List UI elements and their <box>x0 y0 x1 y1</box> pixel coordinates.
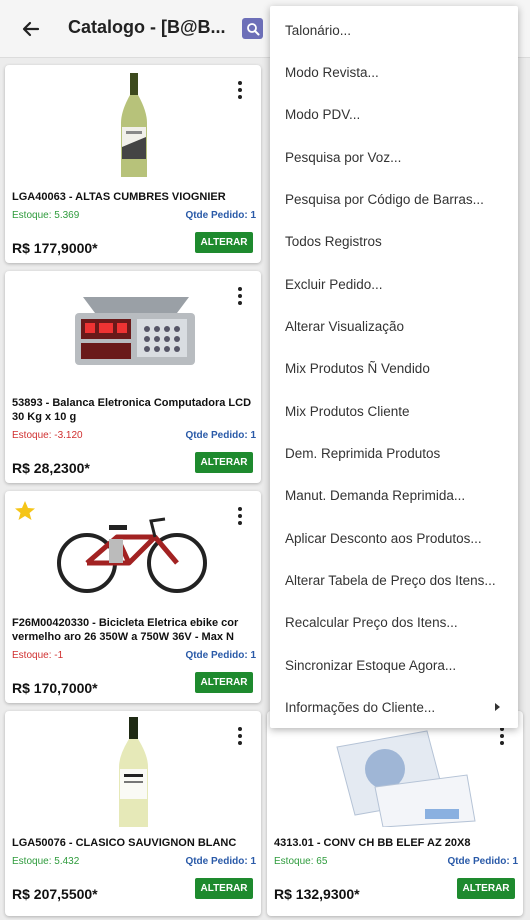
product-card[interactable]: 4313.01 - CONV CH BB ELEF AZ 20X8 Estoqu… <box>267 711 523 916</box>
alter-button[interactable]: ALTERAR <box>457 878 515 899</box>
menu-item-todos-registros[interactable]: Todos Registros <box>285 220 513 262</box>
product-name: F26M00420330 - Bicicleta Eletrica ebike … <box>12 617 239 643</box>
product-order-qty: Qtde Pedido: 1 <box>185 430 256 441</box>
arrow-left-icon[interactable] <box>18 16 44 42</box>
product-stock: Estoque: 5.432 <box>12 856 80 867</box>
more-vert-icon[interactable] <box>231 505 249 527</box>
product-card[interactable]: LGA40063 - ALTAS CUMBRES VIOGNIER Estoqu… <box>5 65 261 263</box>
product-price: R$ 28,2300* <box>12 460 90 476</box>
product-name: 4313.01 - CONV CH BB ELEF AZ 20X8 <box>274 837 471 849</box>
product-stock: Estoque: 65 <box>274 856 328 867</box>
product-stock: Estoque: 5.369 <box>12 210 80 221</box>
more-vert-icon[interactable] <box>231 79 249 101</box>
product-card[interactable]: F26M00420330 - Bicicleta Eletrica ebike … <box>5 491 261 703</box>
product-image <box>5 497 261 607</box>
alter-button[interactable]: ALTERAR <box>195 452 253 473</box>
submenu-arrow-icon <box>495 703 500 711</box>
product-stock: Estoque: -3.120 <box>12 430 83 441</box>
menu-item-alterar-tabela-preco[interactable]: Alterar Tabela de Preço dos Itens... <box>285 559 513 601</box>
menu-item-mix-produtos-nao-vendido[interactable]: Mix Produtos Ñ Vendido <box>285 347 513 389</box>
more-vert-icon[interactable] <box>231 725 249 747</box>
more-vert-icon[interactable] <box>231 285 249 307</box>
product-order-qty: Qtde Pedido: 1 <box>185 856 256 867</box>
product-price: R$ 170,7000* <box>12 680 98 696</box>
menu-item-modo-pdv[interactable]: Modo PDV... <box>285 93 513 135</box>
more-vert-icon[interactable] <box>493 725 511 747</box>
product-price: R$ 207,5500* <box>12 886 98 902</box>
alter-button[interactable]: ALTERAR <box>195 672 253 693</box>
product-price: R$ 177,9000* <box>12 240 98 256</box>
product-card[interactable]: 53893 - Balanca Eletronica Computadora L… <box>5 271 261 483</box>
menu-item-manut-demanda-reprimida[interactable]: Manut. Demanda Reprimida... <box>285 474 513 516</box>
menu-item-recalcular-preco[interactable]: Recalcular Preço dos Itens... <box>285 601 513 643</box>
search-icon[interactable] <box>242 18 263 39</box>
product-name: LGA50076 - CLASICO SAUVIGNON BLANC <box>12 837 237 849</box>
menu-item-alterar-visualizacao[interactable]: Alterar Visualização <box>285 305 513 347</box>
menu-item-talonario[interactable]: Talonário... <box>285 9 513 51</box>
menu-item-modo-revista[interactable]: Modo Revista... <box>285 51 513 93</box>
favorite-star-icon[interactable] <box>13 499 37 523</box>
product-order-qty: Qtde Pedido: 1 <box>185 650 256 661</box>
menu-item-dem-reprimida-produtos[interactable]: Dem. Reprimida Produtos <box>285 432 513 474</box>
product-image <box>5 277 261 387</box>
alter-button[interactable]: ALTERAR <box>195 232 253 253</box>
product-order-qty: Qtde Pedido: 1 <box>447 856 518 867</box>
alter-button[interactable]: ALTERAR <box>195 878 253 899</box>
page-title: Catalogo - [B@B... <box>68 17 226 37</box>
menu-item-sincronizar-estoque[interactable]: Sincronizar Estoque Agora... <box>285 644 513 686</box>
product-image <box>5 717 261 827</box>
product-order-qty: Qtde Pedido: 1 <box>185 210 256 221</box>
product-card[interactable]: LGA50076 - CLASICO SAUVIGNON BLANC Estoq… <box>5 711 261 916</box>
menu-item-pesquisa-voz[interactable]: Pesquisa por Voz... <box>285 136 513 178</box>
menu-item-mix-produtos-cliente[interactable]: Mix Produtos Cliente <box>285 390 513 432</box>
menu-item-excluir-pedido[interactable]: Excluir Pedido... <box>285 263 513 305</box>
menu-item-pesquisa-codigo-barras[interactable]: Pesquisa por Código de Barras... <box>285 178 513 220</box>
product-stock: Estoque: -1 <box>12 650 64 661</box>
product-name: LGA40063 - ALTAS CUMBRES VIOGNIER <box>12 191 226 203</box>
menu-item-aplicar-desconto[interactable]: Aplicar Desconto aos Produtos... <box>285 517 513 559</box>
menu-item-informacoes-cliente[interactable]: Informações do Cliente... <box>285 686 513 728</box>
product-image <box>5 71 261 181</box>
product-name: 53893 - Balanca Eletronica Computadora L… <box>12 397 252 423</box>
product-price: R$ 132,9300* <box>274 886 360 902</box>
overflow-menu: Talonário... Modo Revista... Modo PDV...… <box>270 6 518 728</box>
product-image <box>267 717 523 828</box>
